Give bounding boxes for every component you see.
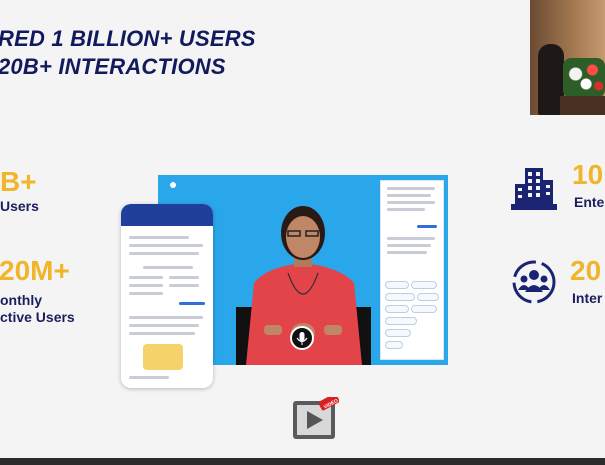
phone-chip bbox=[129, 284, 163, 287]
chat-suggestion-chip bbox=[385, 281, 409, 289]
video-play-icon[interactable]: VIDEO bbox=[291, 397, 339, 443]
video-indicator-dot bbox=[170, 182, 176, 188]
monthly-active-users-stat-value: 20M+ bbox=[0, 255, 70, 286]
chat-panel-mockup bbox=[380, 180, 444, 360]
phone-text-line bbox=[129, 324, 199, 327]
chat-text-line bbox=[387, 194, 431, 197]
chat-suggestion-chip bbox=[411, 281, 437, 289]
chat-suggestion-chip bbox=[417, 293, 439, 301]
community-users-icon bbox=[512, 260, 556, 304]
monthly-active-users-label-line-2: ctive Users bbox=[0, 309, 75, 325]
webcam-flowers bbox=[563, 58, 605, 98]
chat-suggestion-chip bbox=[385, 305, 409, 313]
chat-suggestion-chip bbox=[385, 317, 417, 325]
slide: RED 1 BILLION+ USERS 20B+ INTERACTIONS B… bbox=[0, 0, 605, 458]
headline-line-1: RED 1 BILLION+ USERS bbox=[0, 26, 256, 51]
chat-text-line bbox=[387, 187, 435, 190]
phone-text-line bbox=[143, 266, 193, 269]
users-stat-value: B+ bbox=[0, 166, 37, 197]
bottom-bar bbox=[0, 458, 605, 465]
monthly-active-users-label-line-1: onthly bbox=[0, 292, 42, 308]
phone-header-bar bbox=[121, 204, 213, 226]
chat-text-line bbox=[387, 208, 425, 211]
chat-text-line bbox=[387, 251, 427, 254]
interactions-stat-value: 20 bbox=[570, 255, 602, 286]
chat-suggestion-chip bbox=[411, 305, 437, 313]
phone-chip bbox=[129, 276, 163, 279]
phone-chat-bubble bbox=[179, 302, 205, 305]
headline-line-2: 20B+ INTERACTIONS bbox=[0, 54, 226, 79]
phone-text-line bbox=[129, 376, 169, 379]
webcam-overlay bbox=[530, 0, 605, 115]
phone-text-line bbox=[129, 332, 195, 335]
phone-chip bbox=[169, 276, 199, 279]
phone-chip bbox=[169, 284, 199, 287]
webcam-desk bbox=[560, 96, 605, 115]
phone-illustration bbox=[143, 344, 183, 370]
phone-text-line bbox=[129, 316, 203, 319]
phone-text-line bbox=[129, 236, 189, 239]
phone-text-line bbox=[129, 252, 199, 255]
chat-text-line bbox=[387, 237, 435, 240]
phone-mockup bbox=[121, 204, 213, 388]
chat-suggestion-chip bbox=[385, 293, 415, 301]
microphone-icon[interactable] bbox=[290, 326, 314, 350]
presentation-frame: RED 1 BILLION+ USERS 20B+ INTERACTIONS B… bbox=[0, 0, 605, 465]
enterprises-stat-value: 10 bbox=[572, 159, 604, 190]
chat-text-line bbox=[387, 244, 431, 247]
phone-text-line bbox=[129, 244, 203, 247]
chat-suggestion-chip bbox=[385, 329, 411, 337]
chat-suggestion-chip bbox=[385, 341, 403, 349]
users-stat-label: Users bbox=[0, 198, 39, 214]
enterprises-stat-label: Ente bbox=[574, 194, 605, 210]
phone-chip bbox=[129, 292, 163, 295]
chat-bubble bbox=[417, 225, 437, 228]
interactions-stat-label: Inter bbox=[572, 290, 603, 306]
office-building-icon bbox=[511, 168, 557, 210]
chat-text-line bbox=[387, 201, 435, 204]
